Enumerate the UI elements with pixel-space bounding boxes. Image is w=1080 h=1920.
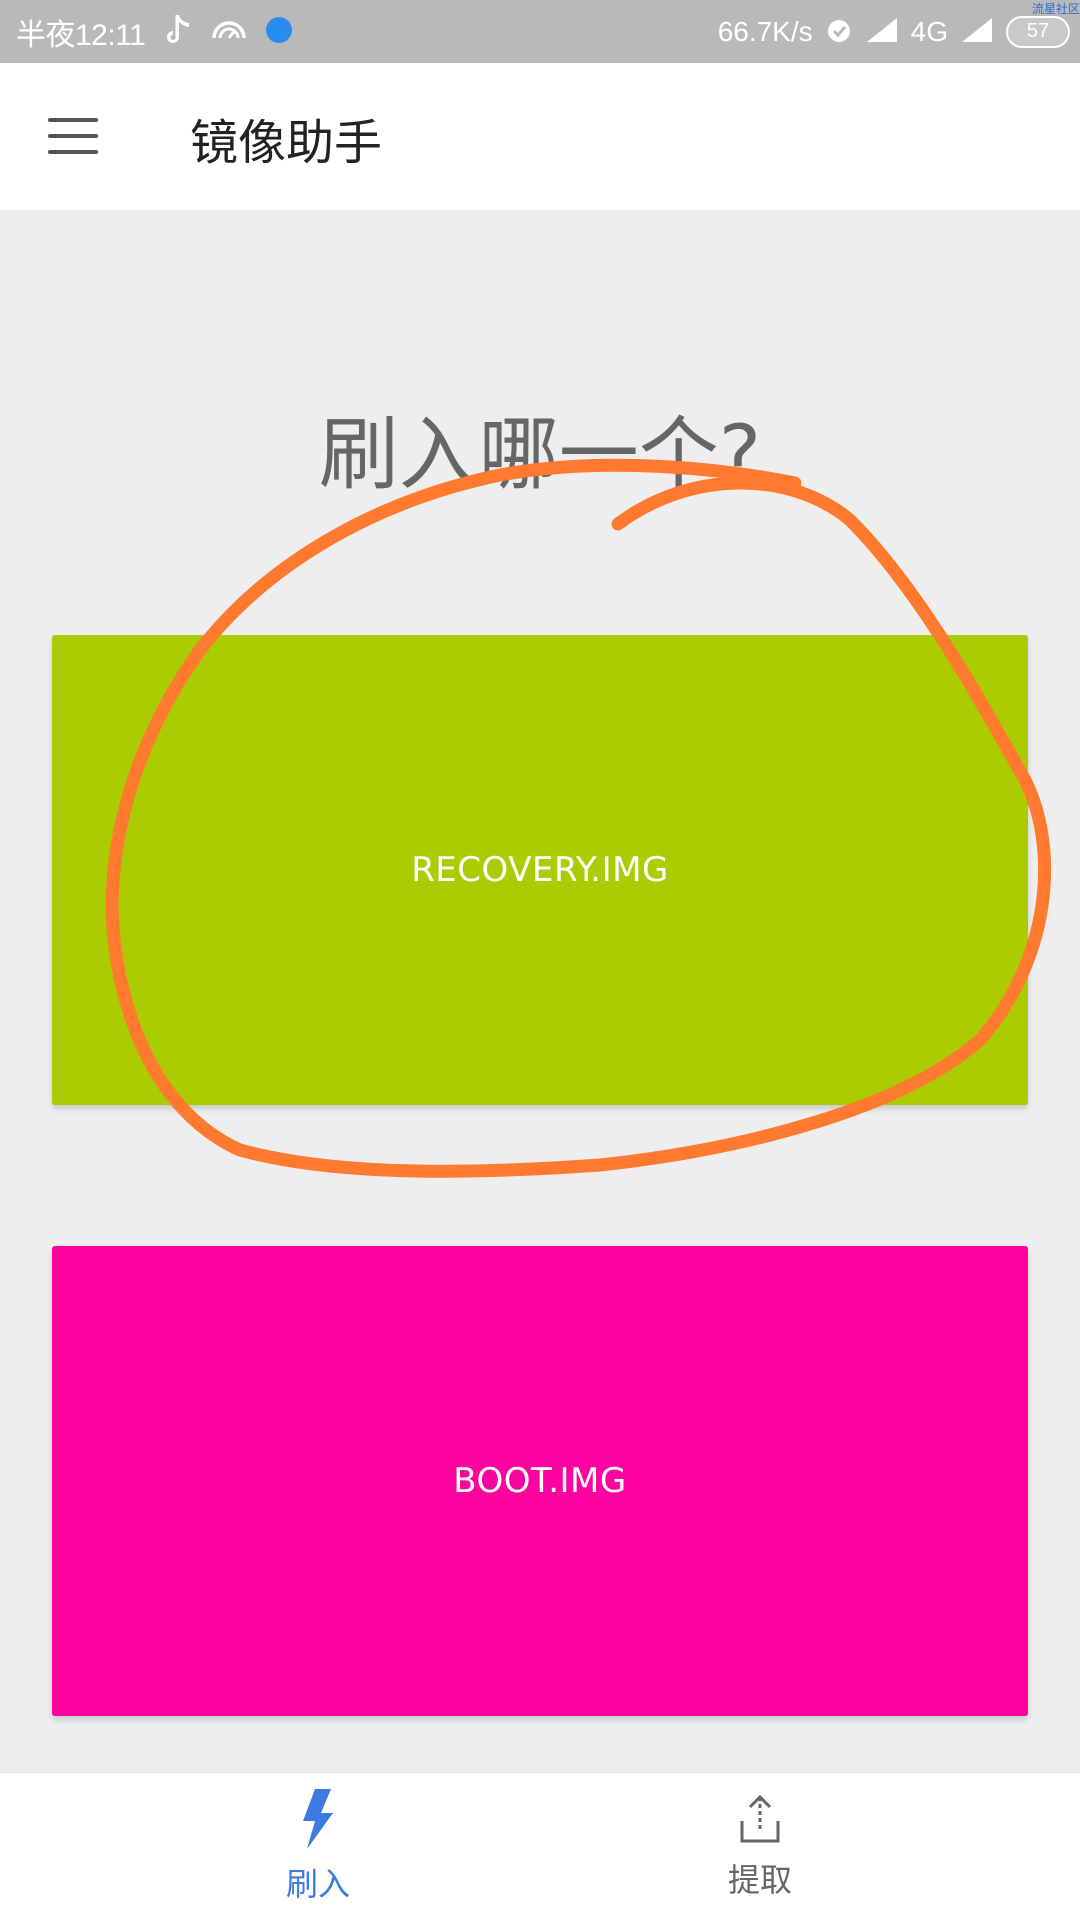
battery-level: 57 bbox=[1026, 20, 1050, 42]
recovery-img-label: RECOVERY.IMG bbox=[411, 850, 669, 890]
watermark: 流星社区 bbox=[1031, 2, 1080, 16]
network-speed: 66.7K/s bbox=[717, 15, 813, 47]
boot-img-button[interactable]: BOOT.IMG bbox=[52, 1246, 1028, 1716]
recovery-img-button[interactable]: RECOVERY.IMG bbox=[52, 635, 1028, 1105]
menu-icon[interactable] bbox=[48, 118, 98, 154]
bottom-navigation: 刷入 提取 bbox=[0, 1772, 1080, 1920]
flash-question-heading: 刷入哪一个? bbox=[318, 408, 762, 501]
alarm-icon bbox=[825, 16, 853, 48]
boot-img-label: BOOT.IMG bbox=[453, 1461, 627, 1501]
signal-icon bbox=[865, 16, 899, 48]
status-bar-right: 66.7K/s 4G 57 bbox=[718, 0, 1070, 63]
app-bar: 镜像助手 bbox=[0, 63, 1080, 210]
blue-dot-icon bbox=[265, 16, 293, 48]
status-bar-left: 半夜12:11 bbox=[16, 0, 293, 63]
flash-icon bbox=[301, 1789, 335, 1853]
network-type: 4G bbox=[910, 15, 948, 47]
speed-gauge-icon bbox=[211, 18, 247, 46]
signal-icon bbox=[960, 16, 994, 48]
app-title: 镜像助手 bbox=[190, 115, 383, 171]
nav-extract-label: 提取 bbox=[727, 1861, 792, 1899]
nav-flash-label: 刷入 bbox=[285, 1865, 350, 1903]
nav-flash-tab[interactable]: 刷入 bbox=[168, 1773, 468, 1920]
nav-extract-tab[interactable]: 提取 bbox=[610, 1773, 910, 1920]
status-time: 半夜12:11 bbox=[16, 18, 146, 52]
status-bar: 半夜12:11 66.7K/s 4G 57 流星社区 bbox=[0, 0, 1080, 63]
tiktok-icon bbox=[163, 13, 193, 51]
battery-indicator: 57 bbox=[1006, 15, 1070, 48]
upload-icon bbox=[738, 1793, 782, 1849]
